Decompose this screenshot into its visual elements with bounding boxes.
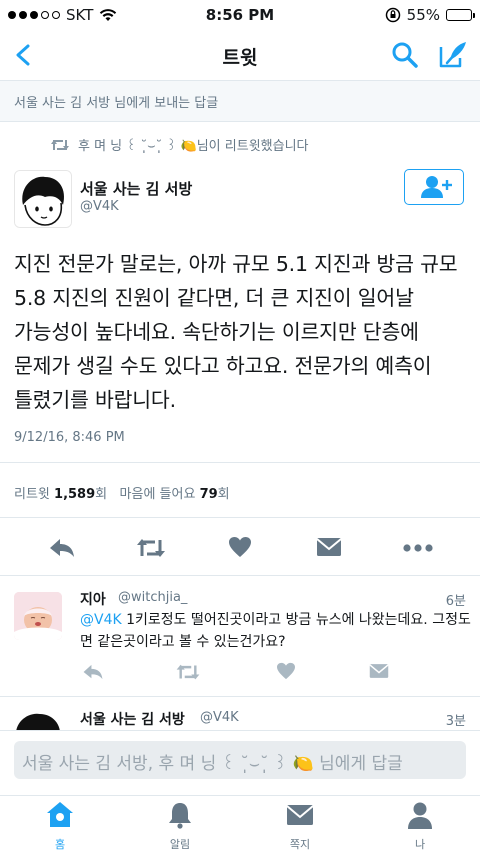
- compose-icon: [439, 42, 466, 68]
- likes-label: 마음에 들어요: [119, 487, 196, 502]
- reply-actions: [80, 662, 470, 686]
- tab-home-label: 홈: [54, 838, 66, 851]
- tab-notifications[interactable]: 알림: [140, 800, 220, 852]
- likes-suffix: 회: [217, 487, 230, 502]
- reply-context-text: 서울 사는 김 서방 님에게 보내는 답글: [14, 96, 219, 111]
- reply-retweet-button[interactable]: [175, 662, 201, 684]
- reply-dm-button[interactable]: [369, 662, 391, 684]
- tab-home[interactable]: 홈: [20, 800, 100, 852]
- retweet-icon: [176, 664, 200, 680]
- likes-count[interactable]: 79: [200, 487, 218, 502]
- reply-reply-button[interactable]: [82, 662, 104, 684]
- more-icon: [403, 544, 433, 552]
- home-icon: [47, 802, 73, 827]
- add-user-icon: [421, 176, 452, 198]
- envelope-icon: [316, 538, 342, 556]
- reply-button[interactable]: [48, 536, 76, 560]
- tab-messages-label: 쪽지: [289, 838, 311, 851]
- tab-me[interactable]: 나: [380, 800, 460, 852]
- envelope-icon: [369, 664, 389, 678]
- more-button[interactable]: [402, 536, 434, 560]
- reply-time: 3분: [445, 714, 466, 729]
- author-handle[interactable]: @V4K: [80, 199, 119, 214]
- reply-context-banner[interactable]: 서울 사는 김 서방 님에게 보내는 답글: [0, 81, 480, 122]
- battery-percent: 55%: [406, 6, 440, 24]
- author-avatar[interactable]: [14, 170, 72, 228]
- reply-mention[interactable]: @V4K: [80, 612, 122, 628]
- like-button[interactable]: [228, 536, 256, 560]
- reply-like-button[interactable]: [276, 662, 298, 684]
- battery-icon: [446, 9, 475, 21]
- heart-icon: [229, 537, 251, 557]
- reply-author-name[interactable]: 지아: [80, 589, 106, 609]
- tab-me-label: 나: [414, 838, 426, 851]
- retweet-icon: [51, 139, 69, 150]
- compose-button[interactable]: [436, 38, 470, 72]
- tweet-stats: 리트윗 1,589회 마음에 들어요 79회: [0, 462, 480, 518]
- reply-author-handle[interactable]: @V4K: [200, 710, 239, 725]
- reply-avatar[interactable]: [14, 592, 62, 640]
- reply-author-handle[interactable]: @witchjia_: [118, 590, 187, 605]
- author-name[interactable]: 서울 사는 김 서방: [80, 178, 192, 199]
- follow-button[interactable]: [404, 169, 464, 205]
- search-icon: [392, 42, 418, 68]
- reply-body: 1키로정도 떨어진곳이라고 방금 뉴스에 나왔는데요. 그정도면 같은곳이라고 …: [80, 612, 471, 650]
- tab-notifications-label: 알림: [169, 838, 191, 851]
- reply-icon: [83, 664, 103, 680]
- tab-bar: 홈 알림 쪽지 나: [0, 795, 480, 855]
- direct-message-button[interactable]: [316, 536, 344, 560]
- rotation-lock-icon: [385, 7, 400, 23]
- reply-input[interactable]: 서울 사는 김 서방, 후 며 닝 ꒰ ˘̩̩̩⌣˘̩̩̩ ꒱ 🍋 님에게 답글: [14, 741, 466, 779]
- tweet-text: 지진 전문가 말로는, 아까 규모 5.1 지진과 방금 규모 5.8 지진의 …: [14, 252, 458, 412]
- retweeted-by-text: 후 며 닝 ꒰ ˘̩̩̩⌣˘̩̩̩ ꒱ 🍋님이 리트윗했습니다: [78, 139, 309, 154]
- person-icon: [408, 802, 432, 829]
- reply-input-placeholder: 서울 사는 김 서방, 후 며 닝 ꒰ ˘̩̩̩⌣˘̩̩̩ ꒱ 🍋 님에게 답글: [22, 754, 403, 774]
- retweets-suffix: 회: [95, 487, 108, 502]
- heart-icon: [277, 662, 295, 680]
- search-button[interactable]: [390, 39, 420, 71]
- retweeted-by[interactable]: 후 며 닝 ꒰ ˘̩̩̩⌣˘̩̩̩ ꒱ 🍋님이 리트윗했습니다: [50, 135, 309, 154]
- retweet-button[interactable]: [135, 536, 167, 560]
- avatar-illustration: [15, 171, 71, 227]
- retweets-label: 리트윗: [14, 487, 50, 502]
- retweets-count[interactable]: 1,589: [54, 487, 95, 502]
- tweet-timestamp: 9/12/16, 8:46 PM: [14, 430, 125, 445]
- divider: [0, 696, 480, 697]
- reply-time: 6분: [445, 594, 466, 609]
- envelope-icon: [286, 805, 314, 825]
- reply-text: @V4K 1키로정도 떨어진곳이라고 방금 뉴스에 나왔는데요. 그정도면 같은…: [80, 609, 472, 653]
- reply-icon: [50, 539, 74, 557]
- status-right: 55%: [385, 6, 475, 24]
- retweet-icon: [137, 539, 165, 557]
- status-bar: SKT 8:56 PM 55%: [0, 0, 480, 30]
- reply-author-name[interactable]: 서울 사는 김 서방: [80, 709, 185, 729]
- bell-icon: [169, 803, 191, 829]
- nav-bar: 트윗: [0, 30, 480, 81]
- baby-photo-avatar: [14, 592, 62, 640]
- tab-messages[interactable]: 쪽지: [260, 800, 340, 852]
- tweet-actions: [0, 520, 480, 576]
